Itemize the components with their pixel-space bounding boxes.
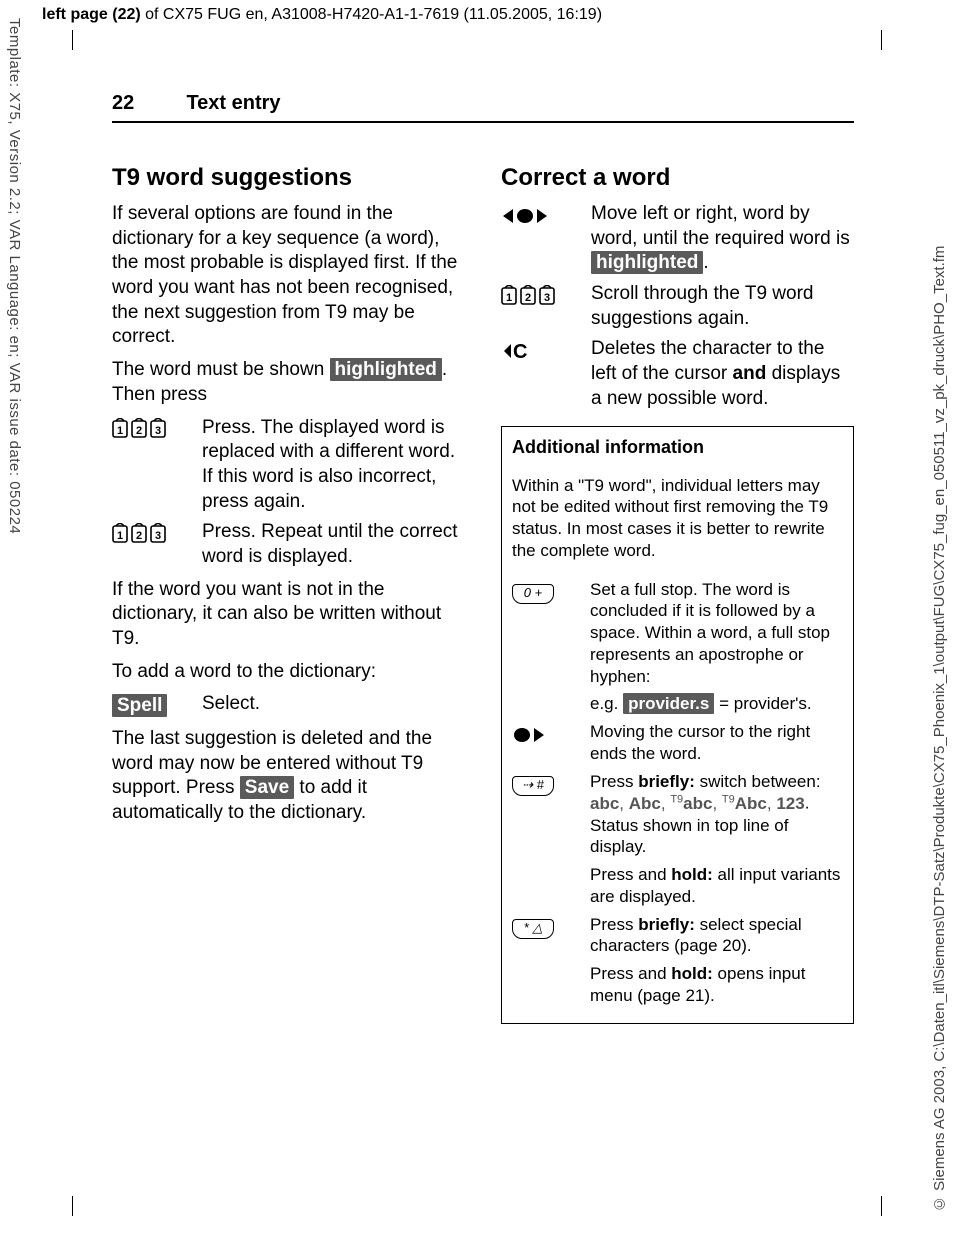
heading-t9-suggestions: T9 word suggestions — [112, 164, 465, 192]
definition-row: Press and hold: all input variants are d… — [512, 864, 843, 908]
spacer — [512, 963, 590, 1007]
text: Press — [590, 915, 638, 934]
left-margin-text: Template: X75, Version 2.2; VAR Language… — [6, 18, 23, 534]
definition-text: e.g. provider.s = provider's. — [590, 693, 843, 715]
definition-text: Press. The displayed word is replaced wi… — [202, 416, 465, 515]
svg-text:3: 3 — [155, 425, 161, 437]
definition-row: 1 2 3 Press. Repeat until the correct wo… — [112, 520, 465, 569]
text: e.g. — [590, 694, 623, 713]
svg-text:2: 2 — [136, 425, 142, 437]
svg-text:3: 3 — [544, 292, 550, 304]
definition-text: Deletes the character to the left of the… — [591, 337, 854, 411]
nav-right-icon — [512, 721, 590, 765]
definition-text: Press briefly: select special characters… — [590, 914, 843, 958]
definition-row: 1 2 3 Scroll through the T9 word suggest… — [501, 282, 854, 331]
delete-key-icon: C — [501, 337, 591, 411]
paragraph: If the word you want is not in the dicti… — [112, 578, 465, 652]
text-bold: briefly: — [638, 915, 695, 934]
svg-text:1: 1 — [117, 425, 123, 437]
page-number: 22 — [112, 92, 182, 115]
definition-row: 1 2 3 Press. The displayed word is repla… — [112, 416, 465, 515]
additional-info-box: Additional information Within a "T9 word… — [501, 426, 854, 1024]
crop-mark — [72, 30, 93, 50]
text-bold: hold: — [671, 964, 713, 983]
right-column: Correct a word Move left or right, word … — [501, 150, 854, 1024]
key-0-icon: 0 + — [512, 579, 590, 688]
text: . — [703, 252, 708, 273]
definition-text: Press briefly: switch between: abc, Abc,… — [590, 771, 843, 859]
text: Press — [590, 772, 638, 791]
svg-text:1: 1 — [506, 292, 512, 304]
svg-text:1: 1 — [117, 530, 123, 542]
t9-cycle-icon: 1 2 3 — [112, 520, 202, 569]
definition-row: e.g. provider.s = provider's. — [512, 693, 843, 715]
definition-row: Move left or right, word by word, until … — [501, 202, 854, 276]
definition-text: Scroll through the T9 word suggestions a… — [591, 282, 854, 331]
spell-label: Spell — [112, 692, 202, 719]
text: Press and — [590, 964, 671, 983]
definition-row: Press and hold: opens input menu (page 2… — [512, 963, 843, 1007]
svg-text:2: 2 — [136, 530, 142, 542]
definition-row: Spell Select. — [112, 692, 465, 719]
definition-row: ⇢ # Press briefly: switch between: abc, … — [512, 771, 843, 859]
heading-correct-word: Correct a word — [501, 164, 854, 192]
banner-rest: of CX75 FUG en, A31008-H7420-A1-1-7619 (… — [141, 6, 602, 23]
banner-line: left page (22) of CX75 FUG en, A31008-H7… — [42, 6, 602, 24]
text: Move left or right, word by word, until … — [591, 203, 850, 249]
info-title: Additional information — [512, 437, 843, 458]
keycap-label: * △ — [512, 919, 554, 939]
example-highlight: provider.s — [623, 693, 714, 714]
paragraph: If several options are found in the dict… — [112, 202, 465, 350]
key-hash-icon: ⇢ # — [512, 771, 590, 859]
section-title: Text entry — [186, 92, 280, 114]
spell-badge: Spell — [112, 694, 167, 717]
banner-prefix: left page (22) — [42, 6, 141, 23]
t9-cycle-icon: 1 2 3 — [112, 416, 202, 515]
keycap-label: 0 + — [512, 584, 554, 604]
svg-text:C: C — [513, 341, 527, 362]
svg-text:2: 2 — [525, 292, 531, 304]
right-margin-text: © Siemens AG 2003, C:\Daten_itl\Siemens\… — [931, 32, 948, 1212]
keycap-label: ⇢ # — [512, 776, 554, 796]
text: = provider's. — [714, 694, 811, 713]
left-column: T9 word suggestions If several options a… — [112, 150, 465, 1024]
definition-row: Moving the cursor to the right ends the … — [512, 721, 843, 765]
key-star-icon: * △ — [512, 914, 590, 958]
paragraph: Within a "T9 word", individual letters m… — [512, 475, 843, 562]
spacer — [512, 693, 590, 715]
definition-text: Moving the cursor to the right ends the … — [590, 721, 843, 765]
nav-left-right-icon — [501, 202, 591, 276]
crop-mark — [861, 30, 882, 50]
definition-row: C Deletes the character to the left of t… — [501, 337, 854, 411]
paragraph: To add a word to the dictionary: — [112, 660, 465, 685]
text-bold: briefly: — [638, 772, 695, 791]
definition-row: 0 + Set a full stop. The word is conclud… — [512, 579, 843, 688]
svg-text:3: 3 — [155, 530, 161, 542]
page-header: 22 Text entry — [112, 92, 854, 123]
definition-text: Press. Repeat until the correct word is … — [202, 520, 465, 569]
highlighted-label: highlighted — [591, 251, 703, 274]
text-bold: and — [733, 363, 767, 384]
paragraph: The last suggestion is deleted and the w… — [112, 727, 465, 826]
text: switch between: — [695, 772, 821, 791]
definition-text: Move left or right, word by word, until … — [591, 202, 854, 276]
definition-text: Set a full stop. The word is concluded i… — [590, 579, 843, 688]
definition-text: Select. — [202, 692, 465, 719]
text-bold: hold: — [671, 865, 713, 884]
highlighted-label: highlighted — [330, 358, 442, 381]
t9-cycle-icon: 1 2 3 — [501, 282, 591, 331]
spacer — [512, 864, 590, 908]
text: Press and — [590, 865, 671, 884]
crop-mark — [861, 1196, 882, 1216]
paragraph: The word must be shown highlighted. Then… — [112, 358, 465, 407]
definition-text: Press and hold: opens input menu (page 2… — [590, 963, 843, 1007]
save-badge: Save — [240, 776, 294, 799]
crop-mark — [72, 1196, 93, 1216]
definition-row: * △ Press briefly: select special charac… — [512, 914, 843, 958]
text: The word must be shown — [112, 359, 330, 380]
definition-text: Press and hold: all input variants are d… — [590, 864, 843, 908]
